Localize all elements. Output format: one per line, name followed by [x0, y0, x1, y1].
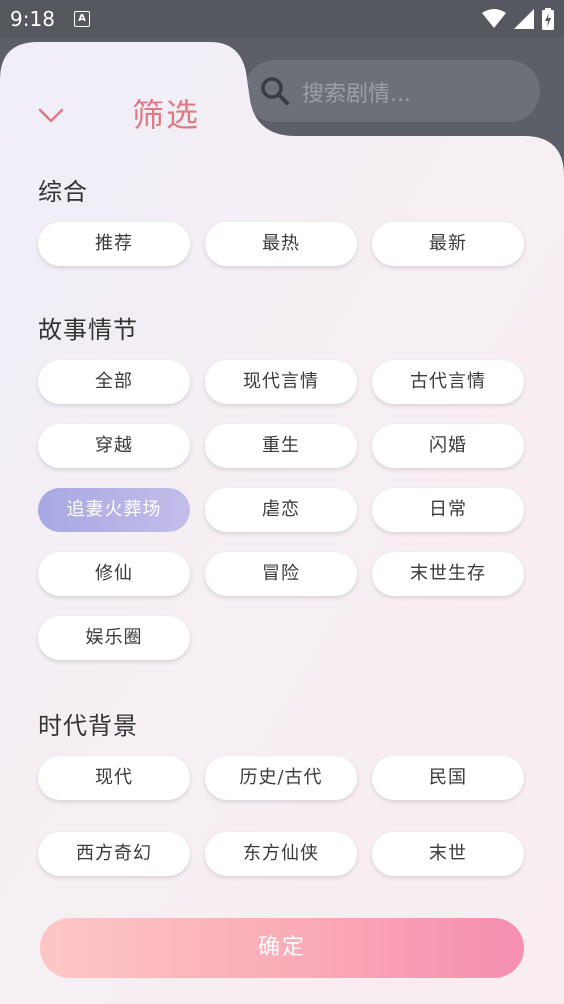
status-bar: 9:18 A [0, 0, 564, 38]
filter-chip[interactable]: 全部 [38, 360, 190, 404]
filter-chip[interactable]: 现代 [38, 756, 190, 800]
filter-chip[interactable]: 冒险 [205, 552, 357, 596]
filter-chip[interactable]: 民国 [372, 756, 524, 800]
filter-chip[interactable]: 重生 [205, 424, 357, 468]
signal-icon [514, 9, 534, 29]
section-title: 时代背景 [38, 712, 138, 740]
filter-chip[interactable]: 穿越 [38, 424, 190, 468]
filter-chip[interactable]: 末世生存 [372, 552, 524, 596]
section-title: 故事情节 [38, 316, 138, 344]
section-title: 综合 [38, 178, 88, 206]
filter-chip[interactable]: 最热 [205, 222, 357, 266]
filter-chip[interactable]: 修仙 [38, 552, 190, 596]
filter-chip[interactable]: 日常 [372, 488, 524, 532]
filter-chip[interactable]: 古代言情 [372, 360, 524, 404]
filter-sheet: 筛选 综合推荐 最热 最新故事情节全部 现代言情 古代言情穿越 重生 闪婚追妻火葬场 虐恋 日常… [0, 42, 564, 1004]
filter-chip[interactable]: 虐恋 [205, 488, 357, 532]
filter-chip[interactable]: 东方仙侠 [205, 832, 357, 876]
notification-icon: A [74, 11, 90, 27]
wifi-icon [482, 9, 506, 28]
sheet-title: 筛选 [132, 96, 201, 134]
filter-chip[interactable]: 末世 [372, 832, 524, 876]
confirm-button[interactable]: 确定 [40, 918, 524, 978]
filter-chip[interactable]: 历史/古代 [205, 756, 357, 800]
status-time: 9:18 [10, 7, 55, 31]
chevron-down-icon[interactable] [36, 104, 66, 126]
filter-chip[interactable]: 闪婚 [372, 424, 524, 468]
filter-chip[interactable]: 西方奇幻 [38, 832, 190, 876]
battery-icon [542, 8, 554, 30]
filter-chip[interactable]: 最新 [372, 222, 524, 266]
status-icons [482, 8, 554, 30]
filter-chip[interactable]: 娱乐圈 [38, 616, 190, 660]
filter-chip[interactable]: 现代言情 [205, 360, 357, 404]
filter-chip[interactable]: 追妻火葬场 [38, 488, 190, 532]
filter-chip[interactable]: 推荐 [38, 222, 190, 266]
